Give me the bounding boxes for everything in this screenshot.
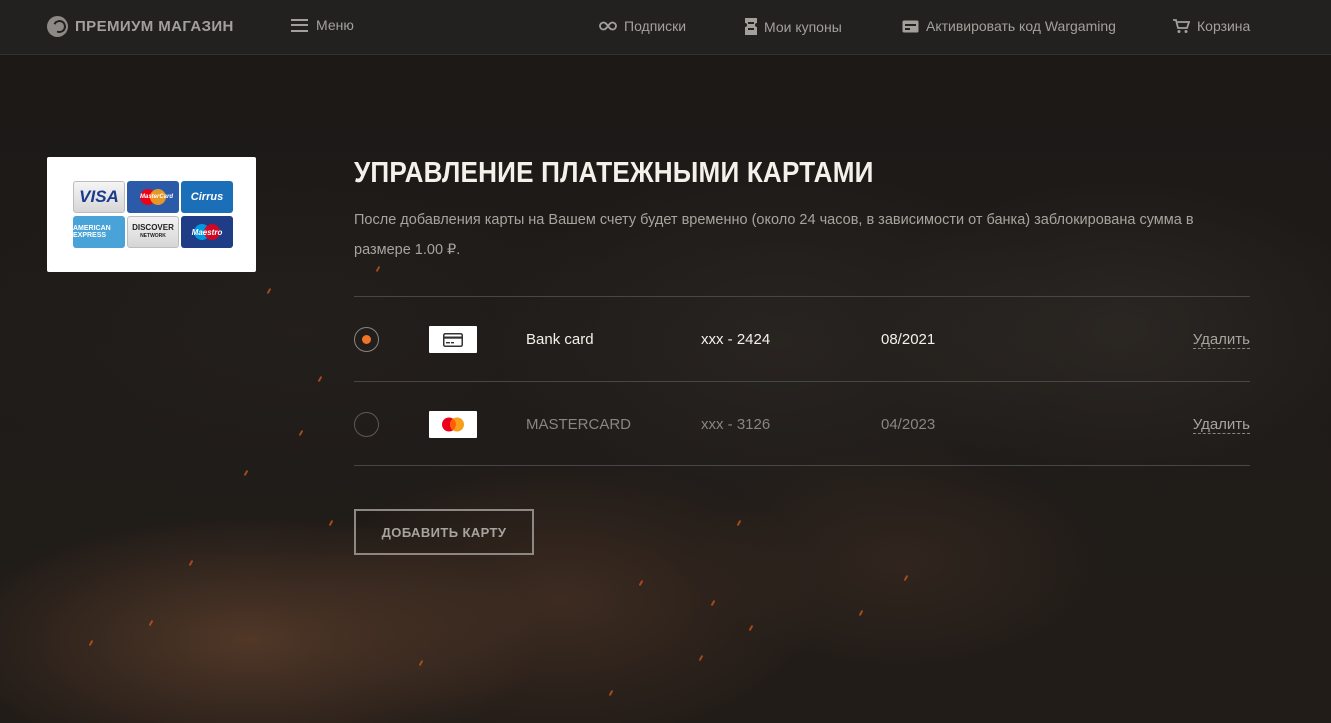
menu-label: Меню <box>316 17 354 33</box>
maestro-logo: Maestro <box>181 216 233 248</box>
card-name: MASTERCARD <box>526 416 632 433</box>
discover-logo-text: DISCOVER <box>132 223 174 232</box>
menu-button[interactable]: Меню <box>291 17 354 33</box>
delete-card-link[interactable]: Удалить <box>1192 331 1250 349</box>
visa-logo: VISA <box>73 181 125 213</box>
nav-coupons-label: Мои купоны <box>764 18 842 35</box>
brand-name: ПРЕМИУМ МАГАЗИН <box>75 18 234 35</box>
amex-logo: AMERICAN EXPRESS <box>73 216 125 248</box>
gift-card-icon <box>902 20 919 32</box>
discover-logo-subtext: NETWORK <box>140 233 166 239</box>
bank-card-icon <box>429 326 477 353</box>
mastercard-logo-text: MasterCard <box>140 194 174 200</box>
card-expiry: 04/2023 <box>881 416 936 433</box>
cirrus-logo: Cirrus <box>181 181 233 213</box>
card-select-radio[interactable] <box>354 327 379 352</box>
add-card-button[interactable]: ДОБАВИТЬ КАРТУ <box>354 509 534 555</box>
nav-subscriptions[interactable]: Подписки <box>599 18 686 34</box>
nav-subscriptions-label: Подписки <box>624 18 687 34</box>
page-description: После добавления карты на Вашем счету бу… <box>354 212 1194 258</box>
nav-activate-code[interactable]: Активировать код Wargaming <box>902 18 1116 34</box>
nav-cart-label: Корзина <box>1197 18 1251 34</box>
card-number: xxx - 3126 <box>701 416 771 433</box>
infinity-icon <box>599 21 617 31</box>
maestro-logo-text: Maestro <box>191 227 223 237</box>
card-expiry: 08/2021 <box>881 331 936 348</box>
nav-coupons[interactable]: Мои купоны <box>745 18 842 35</box>
card-row: Bank card xxx - 2424 08/2021 Удалить <box>354 296 1250 381</box>
cart-icon <box>1173 18 1190 33</box>
card-row: MASTERCARD xxx - 3126 04/2023 Удалить <box>354 381 1250 466</box>
mastercard-logo: MasterCard <box>127 181 179 213</box>
coupon-icon <box>745 18 757 35</box>
page-title: УПРАВЛЕНИЕ ПЛАТЕЖНЫМИ КАРТАМИ <box>354 157 874 189</box>
delete-card-link[interactable]: Удалить <box>1192 416 1250 434</box>
discover-logo: DISCOVER NETWORK <box>127 216 179 248</box>
nav-activate-label: Активировать код Wargaming <box>926 18 1116 34</box>
card-select-radio[interactable] <box>354 412 379 437</box>
card-name: Bank card <box>526 331 594 348</box>
payment-cards-list: Bank card xxx - 2424 08/2021 Удалить MAS… <box>354 296 1250 466</box>
brand-logo[interactable]: ПРЕМИУМ МАГАЗИН <box>47 16 234 37</box>
card-number: xxx - 2424 <box>701 331 771 348</box>
wargaming-logo-icon <box>47 16 68 37</box>
top-header: ПРЕМИУМ МАГАЗИН Меню Подписки Мои купоны… <box>0 0 1331 55</box>
mastercard-icon <box>429 411 477 438</box>
nav-cart[interactable]: Корзина <box>1173 18 1250 34</box>
hamburger-icon <box>291 18 308 32</box>
payment-systems-image: VISA MasterCard Cirrus AMERICAN EXPRESS … <box>47 157 256 272</box>
